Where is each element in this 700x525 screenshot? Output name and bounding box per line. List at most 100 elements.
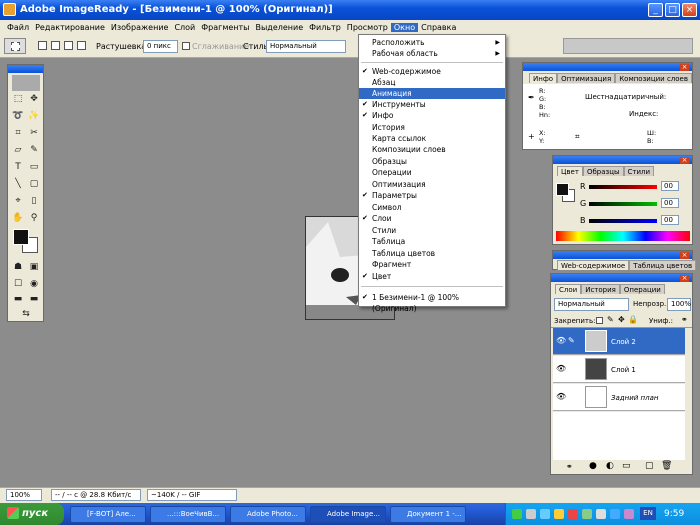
tray-icon[interactable] [596,509,606,519]
menu-item-open-document[interactable]: ✔ 1 Безимени-1 @ 100% (Оригинал) [359,292,505,313]
taskbar-button[interactable]: [F-BOT] Але... [70,506,146,523]
tray-icon[interactable] [554,509,564,519]
color-ramp[interactable] [556,231,690,241]
menu-item-styles[interactable]: Стили [359,225,505,236]
lock-transparency-icon[interactable] [596,317,603,324]
zoom-tool-icon[interactable]: ⚲ [28,212,40,224]
menu-item-image-map[interactable]: Карта ссылок [359,133,505,144]
rectangle-tool-icon[interactable]: ▭ [28,161,40,173]
menu-item-workspace[interactable]: Рабочая область ▶ [359,48,505,59]
toolbox-titlebar[interactable] [8,65,43,73]
app-icon[interactable] [3,3,16,16]
tab-swatches[interactable]: Образцы [582,166,624,176]
imagemap-select-icon[interactable]: ▯ [28,195,40,207]
menu-item-layers[interactable]: ✔ Слои [359,213,505,224]
tray-icon[interactable] [540,509,550,519]
toolbox-logo[interactable] [12,75,40,91]
move-tool-icon[interactable]: ✥ [28,93,40,105]
tab-actions[interactable]: Операции [619,284,665,294]
tab-styles[interactable]: Стили [623,166,655,176]
marquee-tool-icon[interactable]: ⬚ [12,93,24,105]
lock-all-icon[interactable]: 🔒 [628,315,638,324]
opacity-input[interactable]: 100% [667,298,691,311]
color-panel-titlebar[interactable] [553,156,692,164]
menu-item-table[interactable]: Таблица [359,236,505,247]
eye-icon[interactable]: 👁 [556,336,566,345]
menu-item-swatches[interactable]: Образцы [359,156,505,167]
tray-icon[interactable] [610,509,620,519]
layer-row[interactable]: 👁 Задний план [553,384,685,411]
taskbar-button-active[interactable]: Adobe Image... [310,506,386,523]
menu-filter[interactable]: Фильтр [306,23,344,32]
r-slider[interactable] [589,185,657,189]
clock[interactable]: 9:59 [664,509,684,519]
menu-file[interactable]: Файл [4,23,32,32]
tab-optimize[interactable]: Оптимизация [557,73,616,83]
menu-item-animation[interactable]: Анимация [359,88,505,99]
menu-item-layer-comps[interactable]: Композиции слоев [359,144,505,155]
trash-icon[interactable]: 🗑 [661,461,672,471]
magic-wand-tool-icon[interactable]: ✨ [28,110,40,122]
close-icon[interactable]: × [680,275,689,282]
feather-input[interactable]: 0 пикс [143,40,178,53]
info-panel-titlebar[interactable] [523,63,692,71]
imagemap-tool-icon[interactable]: ⌖ [12,195,24,207]
tray-icon[interactable] [512,509,522,519]
menu-window[interactable]: Окно [390,22,419,32]
mask-icon[interactable]: ◐ [606,461,614,471]
new-layer-icon[interactable]: ▢ [645,461,654,471]
menu-item-paragraph[interactable]: Абзац [359,77,505,88]
close-icon[interactable]: × [680,252,689,259]
menu-item-web-content[interactable]: ✔ Web-содержимое [359,66,505,77]
close-icon[interactable]: × [680,64,689,71]
menu-item-arrange[interactable]: Расположить ▶ [359,37,505,48]
menu-item-character[interactable]: Символ [359,202,505,213]
text-tool-icon[interactable]: T [12,161,24,173]
menu-help[interactable]: Справка [418,23,459,32]
hand-tool-icon[interactable]: ✋ [12,212,24,224]
layer-options-icon[interactable]: ⚭ [681,315,688,324]
taskbar-button[interactable]: ...:::ВоеЧивВ... [150,506,226,523]
tab-color[interactable]: Цвет [557,166,583,176]
rollover-preview-icon[interactable]: ☐ [12,278,24,290]
menu-slices[interactable]: Фрагменты [198,23,252,32]
toggle-visibility-icon[interactable]: ☗ [12,261,24,273]
tab-layers[interactable]: Слои [555,284,582,294]
maximize-button[interactable]: □ [665,3,680,17]
tab-web-content[interactable]: Web-содержимое [557,260,630,270]
style-select[interactable]: Нормальный [266,40,346,53]
tab-layer-comps[interactable]: Композиции слоев [615,73,692,83]
shape-tool-icon[interactable]: ▢ [28,178,40,190]
minimize-button[interactable]: _ [648,3,663,17]
new-selection-icon[interactable] [38,41,47,50]
g-value[interactable]: 00 [661,198,679,208]
taskbar-button[interactable]: Документ 1 -... [390,506,466,523]
b-slider[interactable] [589,219,657,223]
web-panel-titlebar[interactable] [553,251,692,259]
slice-tool-icon[interactable]: ✂ [28,127,40,139]
lock-image-icon[interactable]: ✎ [607,315,614,324]
b-value[interactable]: 00 [661,215,679,225]
layer-row[interactable]: 👁 Слой 1 [553,356,685,383]
menu-edit[interactable]: Редактирование [32,23,108,32]
browser-preview-icon[interactable]: ◉ [28,278,40,290]
menu-view[interactable]: Просмотр [344,23,391,32]
brush-tool-icon[interactable]: ✎ [28,144,40,156]
link-icon[interactable]: ⚭ [566,462,573,471]
menu-item-color[interactable]: ✔ Цвет [359,271,505,282]
tab-color-table[interactable]: Таблица цветов [629,260,697,270]
eraser-tool-icon[interactable]: ▱ [12,144,24,156]
tab-history[interactable]: История [581,284,620,294]
preview-icon[interactable]: ▣ [28,261,40,273]
foreground-swatch[interactable] [556,183,569,196]
lock-position-icon[interactable]: ✥ [618,315,625,324]
taskbar-button[interactable]: Adobe Photo... [230,506,306,523]
add-selection-icon[interactable] [51,41,60,50]
g-slider[interactable] [589,202,657,206]
line-tool-icon[interactable]: ╲ [12,178,24,190]
palette-well[interactable] [563,38,693,54]
menu-item-options[interactable]: ✔ Параметры [359,190,505,201]
foreground-color-swatch[interactable] [13,229,29,245]
menu-image[interactable]: Изображение [108,23,172,32]
blend-mode-select[interactable]: Нормальный [554,298,629,311]
